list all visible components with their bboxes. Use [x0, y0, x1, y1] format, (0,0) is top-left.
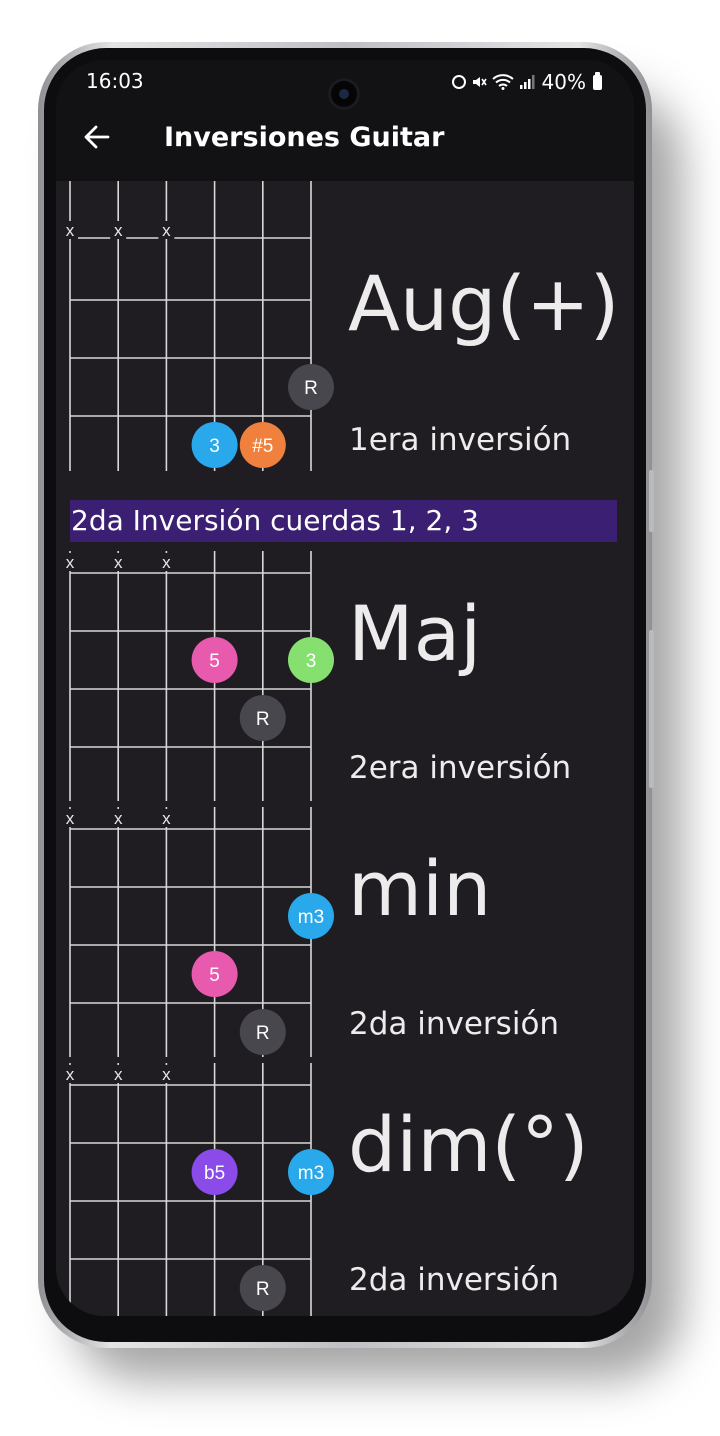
- chord-name: Maj: [348, 589, 482, 678]
- chord-diagram-aug: x x x R 3 #5: [56, 181, 346, 471]
- chord-inversion: 2da inversión: [349, 1006, 560, 1042]
- top-app-bar: 16:03 40% Inversiones Guitar: [56, 60, 634, 181]
- note-label: #5: [252, 436, 273, 457]
- note-label: b5: [204, 1163, 225, 1184]
- power-button: [649, 470, 654, 532]
- chord-list[interactable]: x x x R 3 #5 Aug(+) 1era inversión 2da Invers…: [56, 181, 634, 1316]
- chord-name: dim(°): [348, 1100, 589, 1189]
- muted-marker: x: [114, 809, 123, 828]
- muted-marker: x: [66, 1065, 75, 1084]
- mute-icon: [471, 74, 487, 90]
- chord-inversion: 2da inversión: [349, 1262, 560, 1298]
- chord-diagram-min: x x x m3 5 R: [56, 807, 346, 1057]
- muted-marker: x: [114, 221, 123, 240]
- chord-name: min: [348, 844, 492, 933]
- note-label: R: [256, 709, 270, 730]
- note-label: R: [304, 378, 318, 399]
- note-label: 5: [209, 965, 220, 986]
- status-icons: 40%: [451, 70, 602, 94]
- muted-marker: x: [162, 553, 171, 572]
- note-label: 5: [209, 651, 220, 672]
- alarm-icon: [451, 75, 466, 89]
- app-title: Inversiones Guitar: [164, 122, 445, 153]
- app-screen: 16:03 40% Inversiones Guitar x x x R 3 #5 Aug…: [56, 60, 634, 1316]
- front-camera: [328, 78, 360, 110]
- note-label: R: [256, 1023, 270, 1044]
- note-label: m3: [298, 907, 324, 928]
- signal-icon: [519, 74, 535, 90]
- note-label: 3: [209, 436, 220, 457]
- chord-inversion: 2era inversión: [349, 750, 572, 786]
- muted-marker: x: [114, 553, 123, 572]
- battery-icon: [593, 71, 602, 90]
- status-time: 16:03: [86, 69, 144, 93]
- chord-diagram-dim: x x x b5 m3 R: [56, 1063, 346, 1316]
- muted-marker: x: [162, 1065, 171, 1084]
- battery-percent: 40%: [541, 70, 586, 94]
- muted-marker: x: [114, 1065, 123, 1084]
- muted-marker: x: [66, 221, 75, 240]
- section-banner: 2da Inversión cuerdas 1, 2, 3: [70, 500, 617, 542]
- note-label: R: [256, 1279, 270, 1300]
- muted-marker: x: [162, 221, 171, 240]
- note-label: 3: [306, 651, 317, 672]
- muted-marker: x: [162, 809, 171, 828]
- chord-diagram-maj: x x x 5 3 R: [56, 551, 346, 801]
- muted-marker: x: [66, 553, 75, 572]
- arrow-left-icon[interactable]: [82, 122, 112, 152]
- chord-inversion: 1era inversión: [349, 422, 572, 458]
- muted-marker: x: [66, 809, 75, 828]
- volume-button: [649, 630, 654, 788]
- chord-name: Aug(+): [348, 259, 620, 348]
- wifi-icon: [491, 74, 514, 90]
- note-label: m3: [298, 1163, 324, 1184]
